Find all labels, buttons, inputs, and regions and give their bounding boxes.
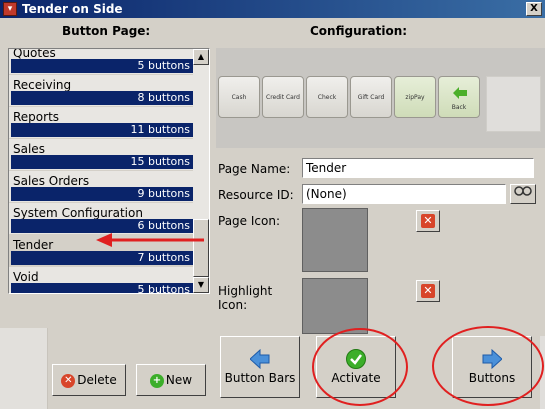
highlight-icon-preview[interactable] xyxy=(302,278,368,334)
page-name-label: Page Name: xyxy=(218,162,291,176)
list-scrollbar[interactable]: ▲ ▼ xyxy=(193,49,209,293)
button-page-list[interactable]: Quotes 5 buttons Receiving 8 buttons Reports… xyxy=(8,48,210,294)
binoculars-icon xyxy=(514,186,532,196)
scroll-down-button[interactable]: ▼ xyxy=(193,277,209,293)
button-count-bar: 9 buttons xyxy=(11,187,193,201)
close-button[interactable]: X xyxy=(526,2,542,16)
annotation-circle-buttons xyxy=(432,326,544,406)
remove-icon: ✕ xyxy=(421,284,435,298)
button-page-item[interactable]: Sales Orders 9 buttons xyxy=(9,171,193,203)
button-page-name: Receiving xyxy=(13,78,72,92)
back-arrow-icon xyxy=(453,87,467,99)
scroll-thumb[interactable] xyxy=(193,219,209,277)
button-count-bar: 5 buttons xyxy=(11,283,193,293)
preview-button-label: Credit Card xyxy=(266,94,300,101)
button-page-heading: Button Page: xyxy=(62,24,151,38)
browse-resource-button[interactable] xyxy=(510,184,536,204)
preview-button-label: zipPay xyxy=(405,94,425,101)
button-page-items: Quotes 5 buttons Receiving 8 buttons Reports… xyxy=(9,49,193,293)
button-page-name: Void xyxy=(13,270,39,284)
button-page-name: Sales Orders xyxy=(13,174,90,188)
button-page-name: System Configuration xyxy=(13,206,143,220)
button-count-bar: 11 buttons xyxy=(11,123,193,137)
delete-button[interactable]: ✕ Delete xyxy=(52,364,126,396)
button-bar-preview: Cash Credit Card Check Gift Card zipPay Back xyxy=(216,48,545,148)
button-page-item[interactable]: Void 5 buttons xyxy=(9,267,193,293)
preview-button[interactable]: Back xyxy=(438,76,480,118)
button-count-bar: 15 buttons xyxy=(11,155,193,169)
add-icon: + xyxy=(149,373,164,388)
resource-id-field[interactable]: (None) xyxy=(302,184,506,204)
button-bars-button[interactable]: Button Bars xyxy=(220,336,300,398)
page-icon-label: Page Icon: xyxy=(218,214,280,228)
title-bar: ▾ Tender on Side X xyxy=(0,0,545,18)
button-page-name: Sales xyxy=(13,142,45,156)
button-count-bar: 8 buttons xyxy=(11,91,193,105)
button-count-bar: 6 buttons xyxy=(11,219,193,233)
button-page-item[interactable]: Quotes 5 buttons xyxy=(9,49,193,75)
preview-button-label: Check xyxy=(317,94,337,101)
button-page-item[interactable]: Reports 11 buttons xyxy=(9,107,193,139)
preview-button[interactable]: Credit Card xyxy=(262,76,304,118)
annotation-arrow xyxy=(96,233,204,247)
delete-icon: ✕ xyxy=(61,373,76,388)
app-icon: ▾ xyxy=(3,2,17,16)
clear-page-icon-button[interactable]: ✕ xyxy=(416,210,440,232)
remove-icon: ✕ xyxy=(421,214,435,228)
preview-button-label: Gift Card xyxy=(357,94,385,101)
button-page-item[interactable]: Sales 15 buttons xyxy=(9,139,193,171)
left-footer-panel xyxy=(0,328,48,409)
button-count-bar: 7 buttons xyxy=(11,251,193,265)
preview-button[interactable]: Check xyxy=(306,76,348,118)
left-arrow-icon xyxy=(250,349,270,369)
button-page-name: Reports xyxy=(13,110,60,124)
resource-id-label: Resource ID: xyxy=(218,188,294,202)
page-icon-preview[interactable] xyxy=(302,208,368,272)
preview-empty-slot xyxy=(486,76,541,132)
highlight-icon-label-line1: Highlight xyxy=(218,284,273,298)
button-page-name: Tender xyxy=(13,238,54,252)
page-name-field[interactable]: Tender xyxy=(302,158,534,178)
preview-button[interactable]: Gift Card xyxy=(350,76,392,118)
annotation-circle-activate xyxy=(312,328,408,406)
preview-button[interactable]: zipPay xyxy=(394,76,436,118)
scroll-up-button[interactable]: ▲ xyxy=(193,49,209,65)
new-label: New xyxy=(165,373,193,387)
window-title: Tender on Side xyxy=(22,2,123,16)
button-bars-label: Button Bars xyxy=(224,371,296,385)
configuration-heading: Configuration: xyxy=(310,24,408,38)
button-count-bar: 5 buttons xyxy=(11,59,193,73)
button-page-item[interactable]: Receiving 8 buttons xyxy=(9,75,193,107)
preview-button[interactable]: Cash xyxy=(218,76,260,118)
preview-button-label: Back xyxy=(451,104,467,111)
button-page-item[interactable]: System Configuration 6 buttons xyxy=(9,203,193,235)
new-button[interactable]: + New xyxy=(136,364,206,396)
preview-button-label: Cash xyxy=(231,94,247,101)
highlight-icon-label-line2: Icon: xyxy=(218,298,248,312)
delete-label: Delete xyxy=(77,373,117,387)
clear-highlight-icon-button[interactable]: ✕ xyxy=(416,280,440,302)
